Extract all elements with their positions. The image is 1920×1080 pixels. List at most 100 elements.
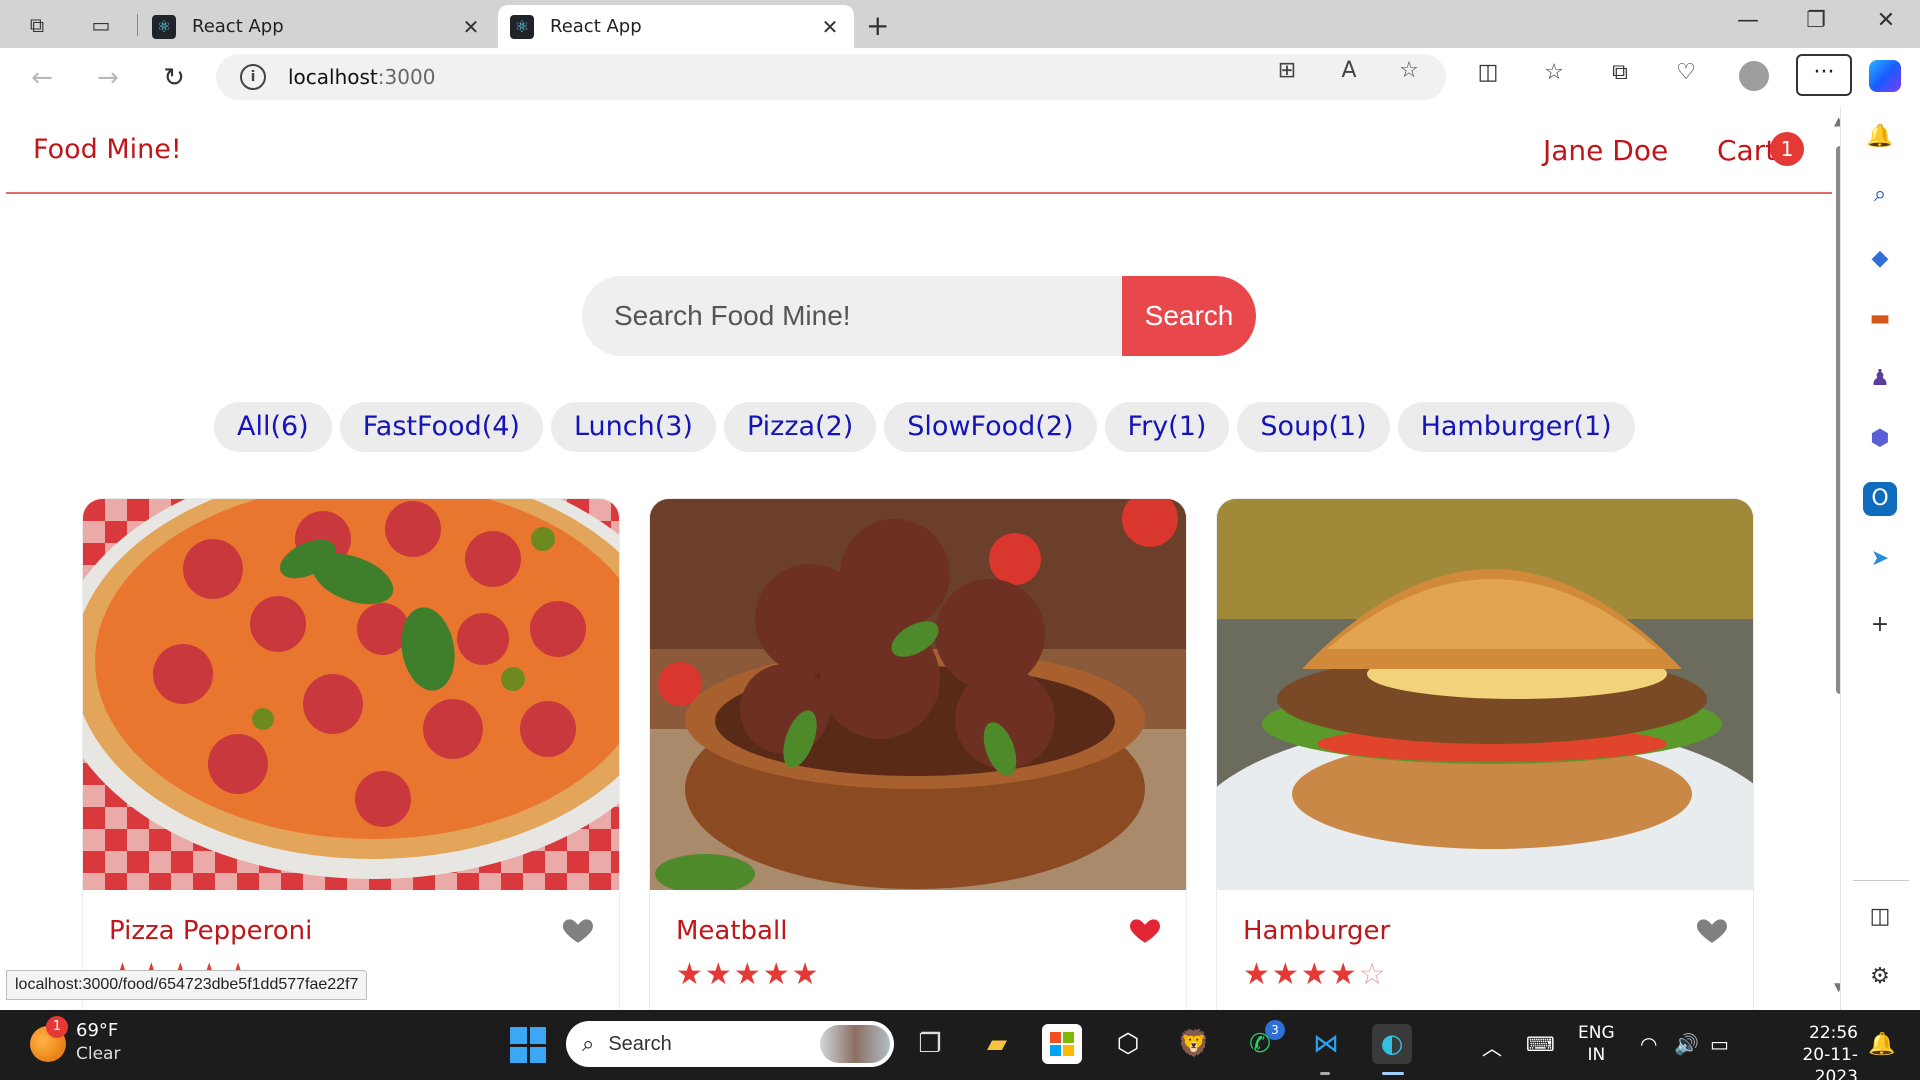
tab-react-app-1[interactable]: ⚛ React App ✕ (140, 5, 495, 48)
tag-filter-list: All(6) FastFood(4) Lunch(3) Pizza(2) Slo… (214, 402, 1635, 452)
taskbar-search-box[interactable]: ⌕ Search (566, 1021, 894, 1067)
microsoft-365-icon[interactable]: ⬢ (1863, 422, 1897, 456)
microsoft-store-icon[interactable] (1042, 1024, 1082, 1064)
system-clock[interactable]: 22:56 20-11-2023 (1760, 1022, 1858, 1080)
brand-logo-link[interactable]: Food Mine! (33, 134, 182, 165)
food-name: Hamburger (1243, 916, 1391, 946)
react-favicon-icon: ⚛ (152, 14, 176, 39)
tag-lunch[interactable]: Lunch(3) (550, 402, 716, 452)
brave-browser-icon[interactable]: 🦁 (1174, 1024, 1214, 1064)
tag-fry[interactable]: Fry(1) (1104, 402, 1230, 452)
vertical-tabs-icon[interactable]: ▭ (88, 12, 114, 38)
sidebar-divider (1853, 880, 1909, 881)
food-name: Pizza Pepperoni (109, 916, 313, 946)
games-icon[interactable]: ♟ (1863, 362, 1897, 396)
shopping-tag-icon[interactable]: ◆ (1863, 242, 1897, 276)
tab-title: React App (192, 16, 284, 37)
url-text: localhost:3000 (288, 65, 436, 89)
new-tab-icon[interactable]: + (866, 9, 889, 42)
keyboard-icon[interactable]: ⌨ (1526, 1032, 1555, 1056)
tag-pizza[interactable]: Pizza(2) (723, 402, 877, 452)
browser-tab-bar: ⧉ ▭ ⚛ React App ✕ ⚛ React App ✕ + — ❐ ✕ (0, 0, 1920, 48)
favorite-heart-icon[interactable] (561, 913, 595, 947)
food-name: Meatball (676, 916, 788, 946)
edge-active-indicator (1382, 1072, 1404, 1075)
site-info-icon[interactable]: i (240, 64, 266, 90)
notifications-bell-icon[interactable]: 🔔 (1863, 120, 1897, 154)
outlook-icon[interactable]: O (1863, 482, 1897, 516)
tag-fastfood[interactable]: FastFood(4) (339, 402, 543, 452)
edge-browser-icon[interactable]: ◐ (1372, 1024, 1412, 1064)
star-full-icon: ★ (1243, 957, 1270, 992)
copilot-icon[interactable] (1869, 60, 1901, 92)
search-icon[interactable]: ⌕ (1863, 178, 1897, 212)
add-sidebar-app-icon[interactable]: + (1863, 608, 1897, 642)
close-window-icon[interactable]: ✕ (1866, 8, 1906, 33)
pizza-pepperoni-image (83, 499, 619, 890)
collections-icon[interactable]: ⧉ (1602, 60, 1638, 85)
food-card-pizza-pepperoni[interactable]: Pizza Pepperoni ★ ★ ★ ★ ★ (82, 498, 620, 1010)
chatgpt-icon[interactable]: ⬡ (1108, 1024, 1148, 1064)
search-button[interactable]: Search (1122, 276, 1256, 356)
weather-badge: 1 (46, 1016, 68, 1038)
food-card-hamburger[interactable]: Hamburger ★ ★ ★ ★ ☆ (1216, 498, 1754, 1010)
tag-slowfood[interactable]: SlowFood(2) (884, 402, 1097, 452)
search-icon: ⌕ (582, 1031, 595, 1057)
tag-hamburger[interactable]: Hamburger(1) (1397, 402, 1635, 452)
close-tab-icon[interactable]: ✕ (818, 15, 842, 39)
workspaces-icon[interactable]: ⧉ (24, 12, 50, 38)
browser-essentials-icon[interactable]: ♡ (1668, 60, 1704, 85)
profile-avatar[interactable] (1739, 61, 1769, 91)
cart-count-badge: 1 (1770, 132, 1804, 166)
tools-icon[interactable]: ▬ (1863, 302, 1897, 336)
edge-sidebar: 🔔 ⌕ ◆ ▬ ♟ ⬢ O ➤ + ◫ ⚙ (1840, 106, 1920, 1010)
settings-more-button[interactable]: ··· (1796, 54, 1852, 96)
restore-icon[interactable]: ❐ (1796, 8, 1836, 33)
whatsapp-badge: 3 (1265, 1020, 1285, 1040)
input-language[interactable]: ENG IN (1578, 1022, 1615, 1066)
split-screen-icon[interactable]: ◫ (1470, 60, 1506, 85)
tag-soup[interactable]: Soup(1) (1237, 402, 1390, 452)
battery-icon[interactable]: ▭ (1710, 1032, 1729, 1056)
meatball-image (650, 499, 1186, 890)
weather-condition[interactable]: Clear (76, 1044, 120, 1064)
app-header: Food Mine! Jane Doe Cart 1 (6, 106, 1832, 194)
hide-sidebar-icon[interactable]: ◫ (1863, 900, 1897, 934)
notification-center-icon[interactable]: 🔔 (1868, 1032, 1895, 1057)
file-explorer-icon[interactable]: ▰ (977, 1024, 1017, 1064)
url-field[interactable]: i localhost:3000 (216, 54, 1446, 100)
hamburger-image (1217, 499, 1753, 890)
reload-icon[interactable]: ↻ (156, 60, 192, 96)
read-aloud-icon[interactable]: A (1332, 58, 1366, 83)
wifi-icon[interactable]: ◠ (1640, 1032, 1657, 1056)
close-tab-icon[interactable]: ✕ (459, 15, 483, 39)
show-hidden-icons-chevron-icon[interactable]: ︿ (1482, 1032, 1502, 1061)
tab-separator (137, 14, 138, 36)
tab-react-app-2[interactable]: ⚛ React App ✕ (498, 5, 854, 48)
star-full-icon: ★ (676, 957, 703, 992)
app-available-icon[interactable]: ⊞ (1270, 58, 1304, 83)
windows-start-icon[interactable] (510, 1027, 546, 1063)
forward-icon[interactable]: → (90, 60, 126, 96)
favorite-star-icon[interactable]: ☆ (1392, 58, 1426, 83)
vscode-icon[interactable]: ⋈ (1306, 1024, 1346, 1064)
favorite-heart-icon[interactable] (1695, 913, 1729, 947)
volume-icon[interactable]: 🔊 (1674, 1032, 1699, 1056)
favorite-heart-icon[interactable] (1128, 913, 1162, 947)
star-rating: ★ ★ ★ ★ ★ (676, 959, 819, 991)
search-bar: Search (582, 276, 1256, 356)
user-menu-link[interactable]: Jane Doe (1543, 134, 1668, 167)
back-icon[interactable]: ← (24, 60, 60, 96)
vscode-running-indicator (1320, 1072, 1330, 1075)
send-icon[interactable]: ➤ (1863, 542, 1897, 576)
tag-all[interactable]: All(6) (214, 402, 332, 452)
cart-link[interactable]: Cart (1717, 134, 1776, 167)
task-view-icon[interactable]: ❐ (910, 1024, 950, 1064)
search-input[interactable] (582, 276, 1122, 356)
minimize-icon[interactable]: — (1728, 8, 1768, 33)
sidebar-settings-gear-icon[interactable]: ⚙ (1863, 960, 1897, 994)
weather-temperature[interactable]: 69°F (76, 1020, 118, 1041)
food-card-meatball[interactable]: Meatball ★ ★ ★ ★ ★ (649, 498, 1187, 1010)
page-viewport: Food Mine! Jane Doe Cart 1 Search All(6)… (6, 106, 1832, 1010)
favorites-icon[interactable]: ☆ (1536, 60, 1572, 85)
